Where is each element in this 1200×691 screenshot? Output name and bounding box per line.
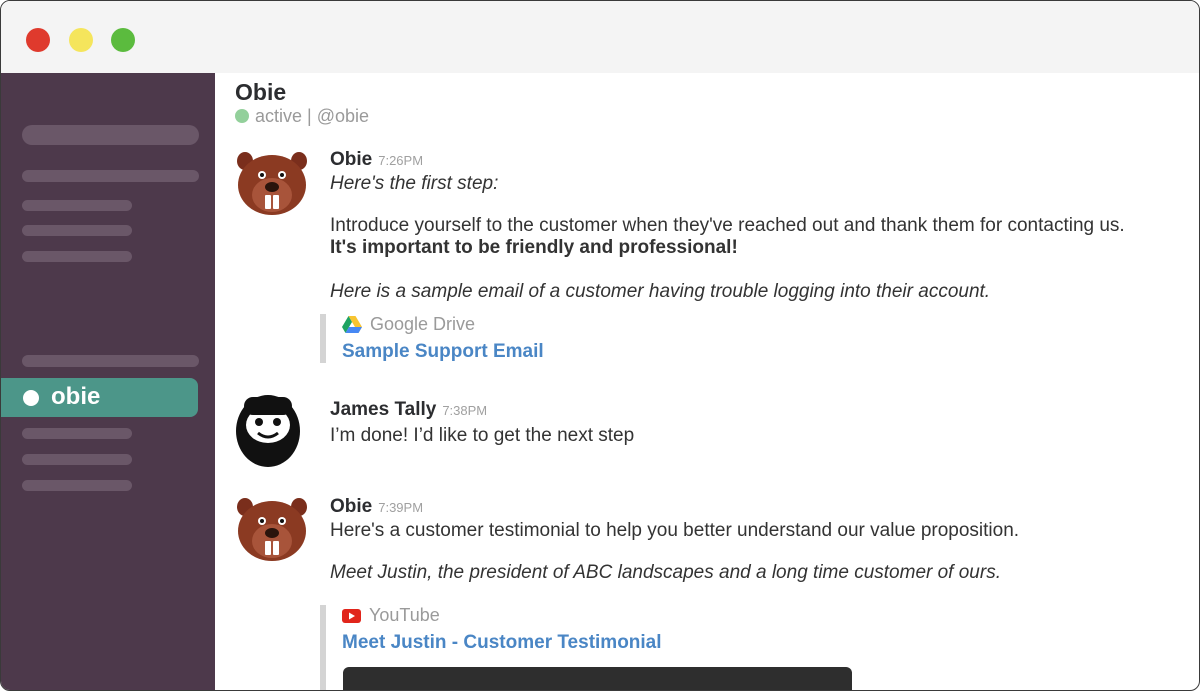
attachment: Google Drive Sample Support Email [320, 314, 544, 363]
message-text: Introduce yourself to the customer when … [330, 215, 1125, 236]
youtube-icon [342, 608, 361, 623]
message-timestamp[interactable]: 7:26PM [378, 153, 423, 168]
sidebar-item-placeholder[interactable] [22, 428, 132, 439]
beaver-avatar-icon[interactable] [235, 145, 309, 219]
sidebar-item-label: obie [51, 383, 101, 410]
online-status-icon [235, 109, 249, 123]
sidebar-item-placeholder[interactable] [22, 200, 132, 211]
minimize-window-button[interactable] [69, 28, 93, 52]
sidebar-placeholder [22, 170, 199, 182]
sidebar-placeholder [22, 125, 199, 145]
message-author[interactable]: James Tally [330, 399, 436, 420]
sidebar-item-placeholder[interactable] [22, 225, 132, 236]
conversation-title: Obie [235, 79, 287, 105]
sidebar-item-obie[interactable]: obie [1, 378, 198, 417]
message: Obie 7:26PM Here's the first step: Introd… [330, 149, 1190, 303]
status-text: active | @obie [255, 106, 370, 126]
sidebar-item-placeholder[interactable] [22, 454, 132, 465]
message: James Tally 7:38PM I’m done! I’d like to … [330, 399, 1190, 447]
presence-icon [23, 390, 39, 406]
message-text: It's important to be friendly and profes… [330, 237, 738, 258]
close-window-button[interactable] [26, 28, 50, 52]
attachment-service: YouTube [342, 605, 662, 626]
message-text: Meet Justin, the president of ABC landsc… [330, 562, 1001, 583]
title-bar [1, 1, 1199, 73]
maximize-window-button[interactable] [111, 28, 135, 52]
attachment-service: Google Drive [342, 314, 544, 335]
attachment-link[interactable]: Sample Support Email [342, 341, 544, 363]
message-timestamp[interactable]: 7:39PM [378, 500, 423, 515]
conversation-pane: Obie active | @obie Obie 7:26PM Here's th… [215, 73, 1199, 690]
google-drive-icon [342, 315, 362, 333]
sidebar-placeholder [22, 355, 199, 367]
attachment-link[interactable]: Meet Justin - Customer Testimonial [342, 632, 662, 654]
message-author[interactable]: Obie [330, 149, 372, 170]
message-text: Here is a sample email of a customer hav… [330, 281, 991, 302]
sidebar: obie [1, 73, 215, 690]
app-window: obie Obie active | @obie Obie 7:26PM Here… [0, 0, 1200, 691]
bearded-man-avatar-icon[interactable] [234, 393, 302, 471]
sidebar-item-placeholder[interactable] [22, 480, 132, 491]
beaver-avatar-icon[interactable] [235, 491, 309, 565]
message-author[interactable]: Obie [330, 496, 372, 517]
sidebar-item-placeholder[interactable] [22, 251, 132, 262]
message: Obie 7:39PM Here's a customer testimonial… [330, 496, 1190, 584]
conversation-status: active | @obie [235, 106, 369, 127]
attachment-service-name: Google Drive [370, 314, 476, 334]
message-text: Here's a customer testimonial to help yo… [330, 520, 1020, 541]
message-text: Here's the first step: [330, 173, 499, 194]
attachment-service-name: YouTube [369, 605, 440, 625]
video-preview[interactable] [343, 667, 852, 690]
message-timestamp[interactable]: 7:38PM [442, 403, 487, 418]
message-text: I’m done! I’d like to get the next step [330, 425, 635, 446]
